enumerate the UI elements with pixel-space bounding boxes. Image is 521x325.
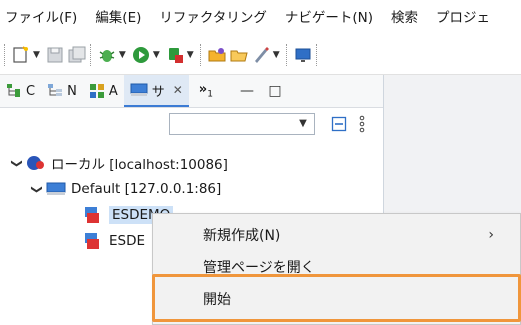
menu-item-new[interactable]: 新規作成(N) › xyxy=(153,220,520,250)
menu-item-start[interactable]: 開始 xyxy=(153,284,520,314)
tab-overflow-button[interactable]: »1 xyxy=(189,82,223,100)
menu-file[interactable]: ファイル(F) xyxy=(0,0,86,36)
minimize-button[interactable]: — xyxy=(233,83,261,99)
monitor-icon xyxy=(295,48,311,62)
overflow-count: 1 xyxy=(207,89,213,100)
menu-item-label: 新規作成(N) xyxy=(203,228,281,244)
external-tools-icon xyxy=(168,48,183,63)
view-tab-bar: C N A サ ✕ »1 — □ xyxy=(0,75,383,108)
tree-node-label: Default [127.0.0.1:86] xyxy=(71,181,222,197)
menu-item-label: 管理ページを開く xyxy=(203,260,315,276)
tree-node-label: ローカル [localhost:10086] xyxy=(51,157,228,173)
chevron-right-icon: › xyxy=(488,227,494,243)
tree-node-default[interactable]: ❯ Default [127.0.0.1:86] xyxy=(30,177,222,201)
menu-navigate[interactable]: ナビゲート(N) xyxy=(276,0,382,36)
menu-project[interactable]: プロジェ xyxy=(427,0,499,36)
new-wizard-button[interactable]: ▼ xyxy=(10,40,44,70)
menu-search[interactable]: 検索 xyxy=(382,0,427,36)
save-all-icon xyxy=(68,46,86,63)
external-tools-button[interactable]: ▼ xyxy=(164,40,198,70)
open-folder-alt-icon xyxy=(230,50,248,62)
application-icon xyxy=(85,233,99,249)
main-toolbar: ▼ ▼ ▼ ▼ ▼ xyxy=(0,36,521,75)
pen-icon xyxy=(254,47,269,63)
tree-node-local[interactable]: ❯ ローカル [localhost:10086] xyxy=(10,151,228,175)
save-all-button[interactable] xyxy=(66,40,88,70)
overflow-chevron-icon: » xyxy=(198,82,208,98)
chevron-down-icon[interactable]: ▼ xyxy=(187,50,194,60)
monitor-button[interactable] xyxy=(292,40,314,70)
filter-input[interactable] xyxy=(170,114,296,134)
chevron-down-icon[interactable]: ▼ xyxy=(294,115,312,133)
chevron-down-icon[interactable]: ▼ xyxy=(33,50,40,60)
es-server-icon xyxy=(27,156,44,170)
toolbar-separator xyxy=(89,44,92,66)
application-icon xyxy=(85,207,99,223)
server-icon xyxy=(130,83,148,96)
menu-item-label: 開始 xyxy=(203,292,231,308)
tree-node-app[interactable]: ESDE xyxy=(84,229,145,253)
toolbar-separator xyxy=(285,44,288,66)
tab-class-hierarchy[interactable]: C xyxy=(0,75,41,107)
tab-servers[interactable]: サ ✕ xyxy=(123,75,189,107)
toolbar-separator xyxy=(315,44,318,66)
chevron-down-icon[interactable]: ▼ xyxy=(119,50,126,60)
maximize-button[interactable]: □ xyxy=(261,83,289,99)
open-folder-button[interactable] xyxy=(206,40,228,70)
tab-navigator[interactable]: N xyxy=(41,75,83,107)
filter-row: ▼ xyxy=(0,109,383,139)
menu-bar: ファイル(F) 編集(E) リファクタリング ナビゲート(N) 検索 プロジェ xyxy=(0,0,521,36)
class-hierarchy-icon xyxy=(7,84,20,97)
pen-button[interactable]: ▼ xyxy=(250,40,284,70)
menu-item-open-admin-page[interactable]: 管理ページを開く xyxy=(153,252,520,282)
tab-app[interactable]: A xyxy=(83,75,124,107)
chevron-down-icon[interactable]: ▼ xyxy=(273,50,280,60)
save-button[interactable] xyxy=(44,40,66,70)
tab-label: サ xyxy=(151,84,165,100)
navigator-icon xyxy=(48,84,63,96)
run-button[interactable]: ▼ xyxy=(130,40,164,70)
filter-combo[interactable]: ▼ xyxy=(169,113,315,135)
tree-node-label: ESDE xyxy=(109,233,146,249)
save-icon xyxy=(47,47,63,63)
debug-icon xyxy=(99,50,115,62)
chevron-down-icon[interactable]: ▼ xyxy=(153,50,160,60)
tab-label: A xyxy=(108,83,118,99)
app-icon xyxy=(89,84,104,98)
server-instance-icon xyxy=(46,182,66,195)
toolbar-separator xyxy=(199,44,202,66)
context-menu: 新規作成(N) › 管理ページを開く 開始 xyxy=(152,213,521,325)
view-menu-icon[interactable] xyxy=(357,114,367,134)
menu-edit[interactable]: 編集(E) xyxy=(86,0,150,36)
collapse-all-icon[interactable] xyxy=(331,116,347,132)
tab-label: N xyxy=(67,83,77,99)
new-wizard-icon xyxy=(13,46,28,63)
open-folder-alt-button[interactable] xyxy=(228,40,250,70)
run-icon xyxy=(132,47,149,63)
close-icon[interactable]: ✕ xyxy=(173,83,183,97)
chevron-down-icon[interactable]: ❯ xyxy=(11,156,24,170)
open-folder-icon xyxy=(208,48,226,62)
tab-label: C xyxy=(26,83,36,99)
toolbar-separator xyxy=(4,44,6,66)
menu-refactor[interactable]: リファクタリング xyxy=(150,0,275,36)
chevron-down-icon[interactable]: ❯ xyxy=(31,182,44,196)
debug-button[interactable]: ▼ xyxy=(96,40,130,70)
